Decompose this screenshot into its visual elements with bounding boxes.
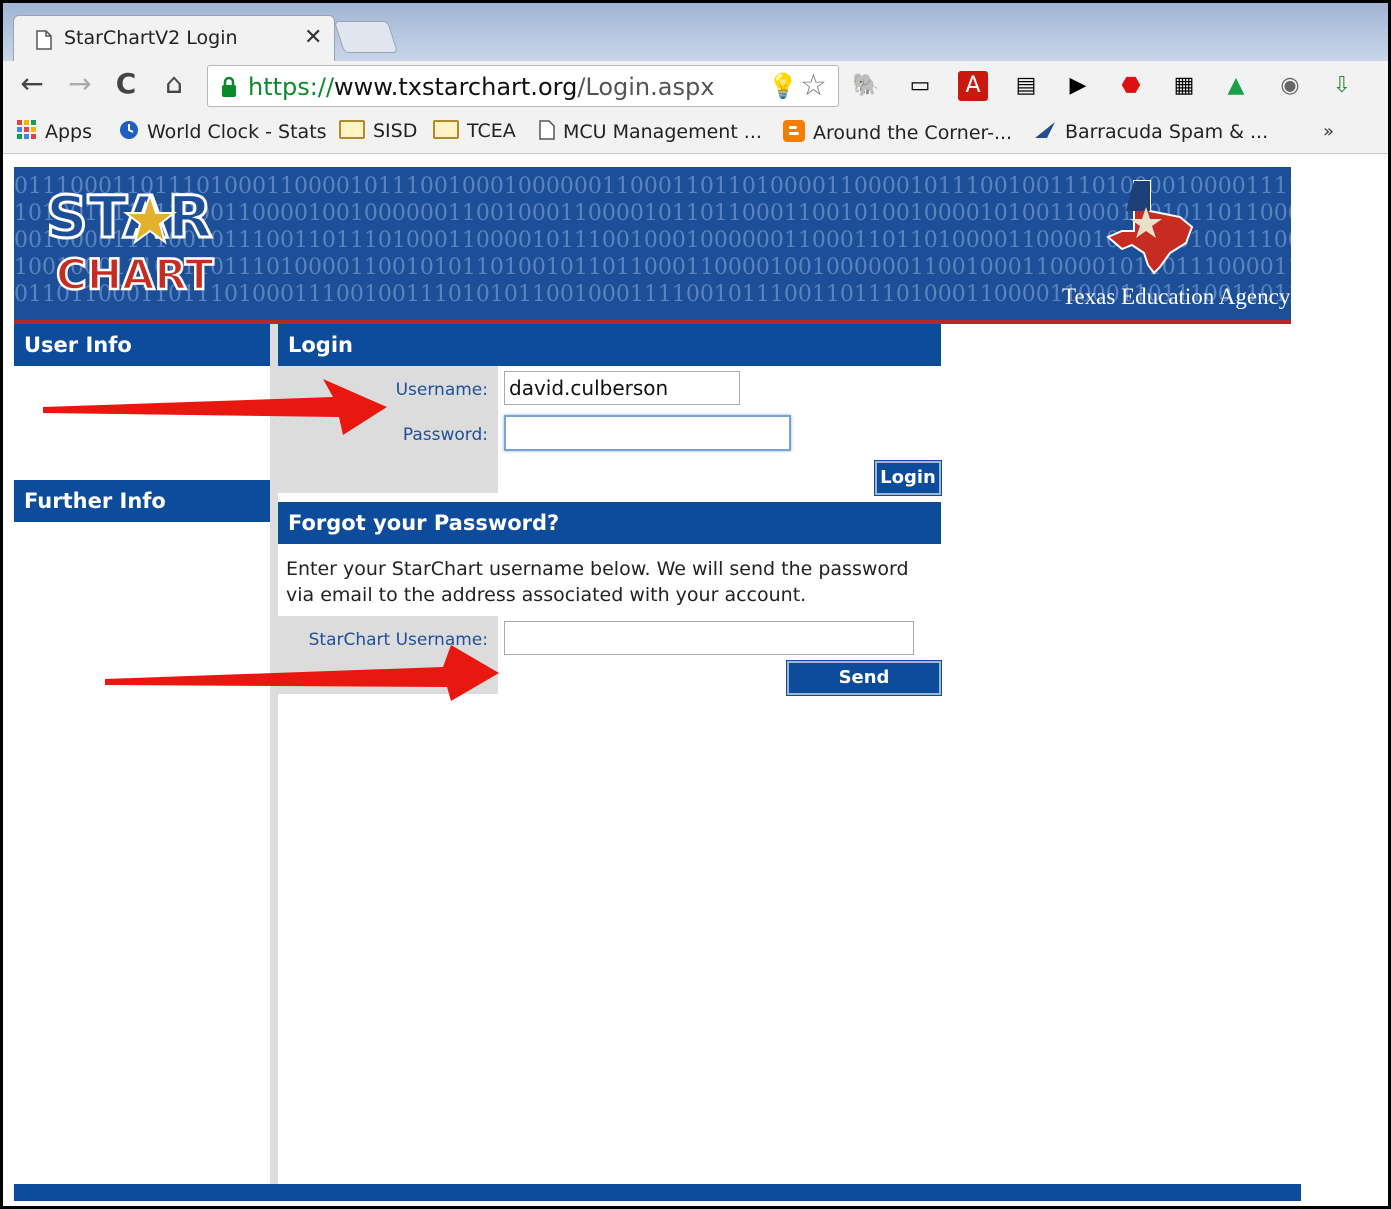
clock-icon	[119, 120, 139, 145]
tab-title: StarChartV2 Login	[64, 27, 238, 49]
browser-toolbar: ← → C ⌂ https://www.txstarchart.org/Logi…	[3, 61, 1388, 111]
screenshot-extension-icon[interactable]: ▤	[1011, 71, 1041, 101]
reel-icon[interactable]: ◉	[1275, 71, 1305, 101]
page-content: 0111000110111010001100001011100100010000…	[14, 167, 1388, 1206]
new-tab-button[interactable]	[333, 21, 399, 53]
home-icon[interactable]: ⌂	[157, 67, 191, 100]
evernote-extension-icon[interactable]: 🐘	[851, 71, 881, 101]
login-button[interactable]: Login	[874, 460, 942, 496]
username-input[interactable]	[504, 371, 740, 405]
lightbulb-icon[interactable]: 💡	[768, 72, 798, 100]
pdf-extension-icon[interactable]: A	[958, 71, 988, 101]
folder-icon	[433, 120, 459, 139]
starchart-banner: 0111000110111010001100001011100100010000…	[14, 167, 1291, 324]
starchart-logo: STAR CHART	[45, 185, 216, 295]
forgot-password-heading: Forgot your Password?	[278, 502, 941, 544]
tea-agency-name: Texas Education Agency	[1062, 284, 1291, 309]
barracuda-icon	[1033, 120, 1057, 145]
film-icon[interactable]: ▦	[1169, 71, 1199, 101]
document-icon	[539, 120, 555, 145]
bookmark-world-clock[interactable]: World Clock - Stats	[119, 120, 327, 145]
browser-tab[interactable]: StarChartV2 Login ✕	[13, 15, 335, 62]
further-info-heading: Further Info	[14, 480, 270, 522]
lock-icon	[220, 76, 238, 102]
bookmarks-bar: Apps World Clock - Stats SISD TCEA MCU M…	[3, 111, 1388, 154]
close-tab-icon[interactable]: ✕	[304, 25, 322, 50]
svg-text:STAR: STAR	[46, 185, 212, 251]
texas-map-icon	[1106, 180, 1194, 275]
apps-grid-icon	[17, 120, 37, 145]
forgot-password-description: Enter your StarChart username below. We …	[286, 558, 909, 606]
back-icon[interactable]: ←	[15, 67, 49, 100]
cast-icon[interactable]: ▭	[905, 71, 935, 101]
footer-bar	[14, 1184, 1301, 1201]
bookmark-tcea[interactable]: TCEA	[433, 120, 516, 142]
password-input[interactable]	[504, 415, 791, 451]
bookmark-sisd[interactable]: SISD	[339, 120, 417, 142]
url-text: https://www.txstarchart.org/Login.aspx	[248, 73, 715, 101]
reload-icon[interactable]: C	[109, 67, 143, 100]
drive-icon[interactable]: ▲	[1221, 71, 1251, 101]
bookmark-barracuda[interactable]: Barracuda Spam & ...	[1033, 120, 1268, 145]
blogger-icon	[783, 120, 805, 147]
folder-icon	[339, 120, 365, 139]
starchart-username-label: StarChart Username:	[308, 630, 488, 650]
adblock-icon[interactable]: ⬣	[1116, 71, 1146, 101]
bookmark-apps[interactable]: Apps	[17, 120, 92, 145]
password-label: Password:	[402, 425, 488, 445]
bookmark-star-icon[interactable]: ☆	[800, 68, 827, 103]
user-info-heading: User Info	[14, 324, 270, 366]
browser-window: StarChartV2 Login ✕ ← → C ⌂ https://www.…	[0, 0, 1391, 1209]
document-icon	[36, 30, 52, 54]
play-icon[interactable]: ▶	[1063, 71, 1093, 101]
starchart-username-input[interactable]	[504, 621, 914, 655]
bookmarks-overflow-chevron-icon[interactable]: »	[1323, 121, 1334, 142]
forgot-label-column	[278, 616, 498, 694]
bookmark-around-the-corner[interactable]: Around the Corner-...	[783, 120, 1012, 147]
address-bar[interactable]: https://www.txstarchart.org/Login.aspx 💡…	[207, 65, 839, 107]
login-heading: Login	[278, 324, 941, 366]
send-password-button[interactable]: Send Password	[786, 660, 942, 718]
username-label: Username:	[395, 380, 488, 400]
download-extension-icon[interactable]: ⇩	[1327, 71, 1357, 101]
forward-icon[interactable]: →	[63, 67, 97, 100]
tab-strip: StarChartV2 Login ✕	[3, 3, 1388, 62]
sidebar: User Info Further Info	[14, 324, 278, 1186]
svg-text:CHART: CHART	[56, 250, 214, 295]
bookmark-mcu-management[interactable]: MCU Management ...	[539, 120, 762, 145]
